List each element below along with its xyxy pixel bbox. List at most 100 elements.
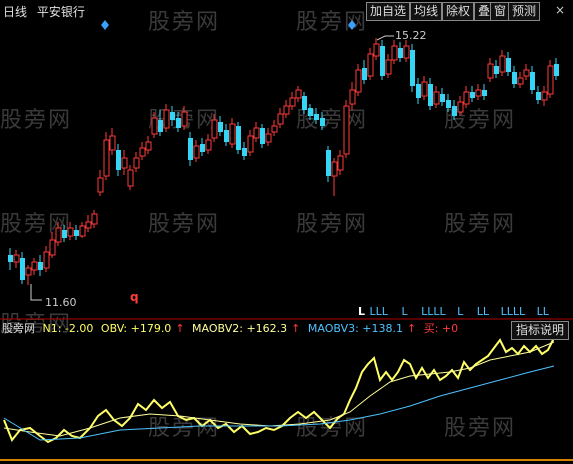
candle-body <box>302 96 307 110</box>
candle-body <box>362 68 367 80</box>
candle-body <box>242 148 247 156</box>
candle-body <box>97 177 104 193</box>
candle-body <box>320 118 325 126</box>
candle-body <box>470 92 475 98</box>
candle-body <box>103 139 110 177</box>
candlestick-chart[interactable] <box>0 0 573 464</box>
candle-body <box>193 145 200 159</box>
n1-value: N1: -2.00 <box>42 322 94 335</box>
candle-body <box>295 89 302 99</box>
candle-body <box>452 106 457 116</box>
candle-body <box>547 65 554 95</box>
up-arrow-icon: ↑ <box>407 322 417 335</box>
candle-body <box>224 130 229 142</box>
candle-body <box>133 157 140 169</box>
candle-body <box>127 169 134 187</box>
candle-body <box>211 119 218 139</box>
candle-body <box>145 141 152 151</box>
candle-body <box>247 135 254 153</box>
candle-body <box>398 48 403 58</box>
candle-body <box>260 128 265 144</box>
candle-body <box>218 122 223 132</box>
candle-body <box>79 225 86 237</box>
candle-body <box>170 112 175 120</box>
buy-value: 买: +0 <box>423 322 459 335</box>
candle-body <box>121 157 128 169</box>
candle-body <box>43 251 50 269</box>
candle-body <box>205 139 212 151</box>
candle-body <box>331 161 338 177</box>
candle-body <box>446 100 451 108</box>
candle-body <box>62 230 67 238</box>
candle-body <box>38 262 43 270</box>
candle-body <box>158 120 163 132</box>
candle-body <box>151 117 158 135</box>
candle-body <box>523 69 530 77</box>
indicator-legend: 股旁网 N1: -2.00 OBV: +179.0 ↑ MAOBV2: +162.… <box>0 320 573 338</box>
candle-body <box>499 55 506 73</box>
candle-body <box>188 138 193 160</box>
candle-body <box>403 45 410 59</box>
signal-marker: L <box>401 305 408 318</box>
chart-window: 日线 平安银行 加自选 均线 除权 叠 窗 预测 × 股旁网 股旁网 股旁网 股… <box>0 0 573 464</box>
candle-body <box>20 258 25 280</box>
candle-body <box>421 81 428 97</box>
candle-body <box>91 213 98 225</box>
candle-body <box>181 111 188 127</box>
candle-body <box>277 113 284 125</box>
q-marker: q <box>130 290 139 304</box>
candle-body <box>475 89 482 97</box>
candle-body <box>283 105 290 115</box>
candle-body <box>271 125 278 133</box>
signal-marker: L <box>482 305 490 318</box>
candle-body <box>13 254 20 263</box>
candle-body <box>85 221 92 229</box>
candle-body <box>200 144 205 152</box>
candle-body <box>385 59 392 75</box>
candle-body <box>229 123 236 145</box>
signal-marker: L <box>439 305 446 318</box>
candle-body <box>349 89 356 105</box>
candle-body <box>253 127 260 139</box>
candle-body <box>289 97 296 107</box>
low-pointer <box>30 284 42 301</box>
candle-body <box>373 43 380 57</box>
candle-body <box>487 63 494 79</box>
candle-body <box>536 92 541 100</box>
candle-body <box>49 239 56 256</box>
candle-body <box>433 91 440 105</box>
candle-body <box>506 58 511 72</box>
candle-body <box>482 90 487 96</box>
candles <box>8 38 559 285</box>
indicator-help-button[interactable]: 指标说明 <box>510 321 569 340</box>
candle-body <box>428 84 433 106</box>
candle-body <box>308 108 313 116</box>
candle-body <box>463 91 470 105</box>
obv-value: OBV: +179.0 <box>100 322 172 335</box>
signal-row: L LLL L LLLL L LL LLLL LL <box>358 305 549 318</box>
candle-body <box>8 255 13 262</box>
candle-body <box>67 227 74 237</box>
candle-body <box>517 77 524 85</box>
candle-body <box>554 64 559 76</box>
candle-body <box>380 46 385 76</box>
candle-body <box>494 66 499 74</box>
high-pointer <box>376 35 394 41</box>
signal-marker: L <box>381 305 388 318</box>
candle-body <box>410 50 415 86</box>
candle-body <box>337 155 344 171</box>
candle-body <box>116 150 121 170</box>
candle-body <box>25 267 32 276</box>
candle-body <box>541 91 548 101</box>
maobv3-value: MAOBV3: +138.1 <box>307 322 403 335</box>
signal-marker: L <box>358 305 366 318</box>
low-price-label: 11.60 <box>45 296 77 309</box>
candle-body <box>326 150 331 176</box>
candle-body <box>163 109 170 129</box>
candle-body <box>176 118 181 128</box>
up-arrow-icon: ↑ <box>175 322 185 335</box>
high-price-label: 15.22 <box>395 29 427 42</box>
candle-body <box>74 230 79 236</box>
candle-body <box>530 72 535 90</box>
candle-body <box>391 45 398 61</box>
